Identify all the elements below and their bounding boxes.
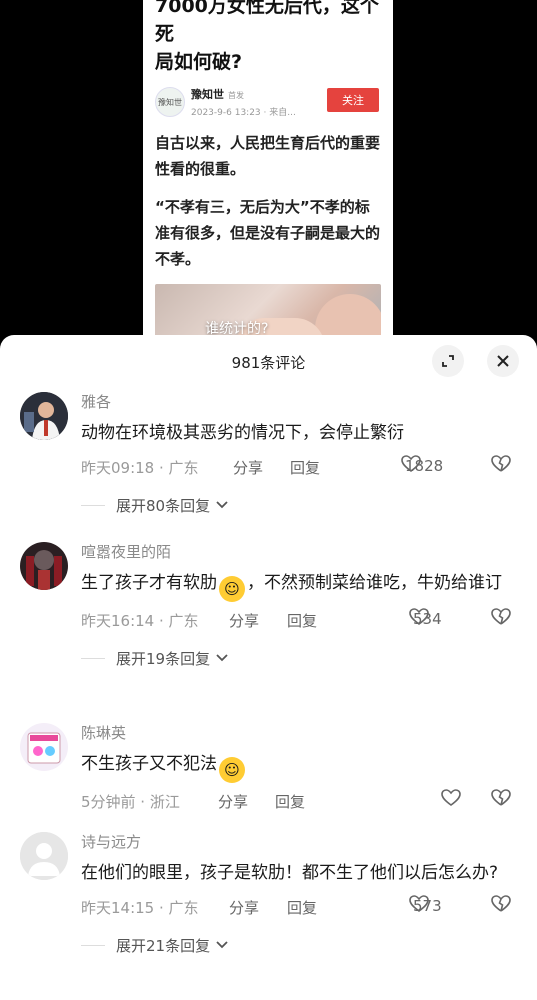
like-button[interactable]: 534 (409, 608, 442, 628)
comment-time-location: 昨天16:14 · 广东 (81, 612, 199, 630)
avatar[interactable] (20, 832, 68, 880)
close-button[interactable] (487, 345, 519, 377)
comment-meta: 昨天16:14 · 广东 分享 回复 534 (81, 608, 521, 632)
dislike-button[interactable] (491, 895, 511, 917)
share-button[interactable]: 分享 (233, 457, 263, 478)
divider (81, 505, 105, 506)
commenter-name[interactable]: 诗与远方 (81, 832, 521, 852)
expand-button[interactable] (432, 345, 464, 377)
broken-heart-icon (491, 455, 511, 472)
dislike-button[interactable] (491, 608, 511, 630)
reply-button[interactable]: 回复 (287, 897, 317, 918)
commenter-name[interactable]: 陈琳英 (81, 723, 521, 743)
author-name-row: 豫知世 首发 (191, 86, 296, 102)
expand-replies-label: 展开19条回复 (116, 648, 229, 669)
comment-meta: 5分钟前 · 浙江 分享 回复 (81, 789, 521, 813)
divider (81, 658, 105, 659)
comment-text[interactable]: 不生孩子又不犯法 ☺ (81, 749, 521, 783)
expand-replies-label: 展开21条回复 (116, 935, 229, 956)
video-preview[interactable]: 7000万女性无后代，这个死 局如何破? 豫知世 豫知世 首发 2023-9-6 … (0, 0, 537, 345)
grin-emoji-icon: ☺ (219, 576, 245, 602)
comment-body: 雅各 动物在环境极其恶劣的情况下，会停止繁衍 昨天09:18 · 广东 分享 回… (81, 392, 521, 517)
author-meta: 豫知世 首发 2023-9-6 13:23 · 来自... (191, 86, 296, 118)
expand-replies-label: 展开80条回复 (116, 495, 229, 516)
avatar[interactable] (20, 542, 68, 590)
broken-heart-icon (491, 608, 511, 625)
comment-time-location: 昨天14:15 · 广东 (81, 899, 199, 917)
commenter-name[interactable]: 雅各 (81, 392, 521, 412)
expand-replies-text: 展开80条回复 (116, 497, 211, 515)
article-screenshot: 7000万女性无后代，这个死 局如何破? 豫知世 豫知世 首发 2023-9-6 … (143, 0, 393, 345)
author-row: 豫知世 豫知世 首发 2023-9-6 13:23 · 来自... 关注 (155, 86, 381, 118)
expand-icon (442, 355, 454, 367)
avatar-flowers-icon (20, 542, 68, 590)
comment-text-part-2: ，不然预制菜给谁吃，牛奶给谁订 (247, 573, 502, 593)
avatar[interactable] (20, 723, 68, 771)
avatar[interactable] (20, 392, 68, 440)
comment-meta: 昨天09:18 · 广东 分享 回复 1828 (81, 455, 521, 479)
comments-sheet: 981条评论 雅各 动物在环境极其恶劣的情况下，会停止繁衍 昨天09:18 · … (0, 335, 537, 1000)
expand-replies-text: 展开21条回复 (116, 937, 211, 955)
author-name: 豫知世 (191, 88, 224, 101)
comment-text-part-1: 不生孩子又不犯法 (81, 754, 217, 774)
comment-text-part-1: 生了孩子才有软肋 (81, 573, 217, 593)
laughing-tears-emoji-icon: ☺ (219, 757, 245, 783)
share-button[interactable]: 分享 (218, 791, 248, 812)
follow-button[interactable]: 关注 (327, 88, 379, 112)
like-button[interactable]: 573 (409, 895, 442, 915)
chevron-down-icon (216, 654, 228, 662)
comment-text[interactable]: 生了孩子才有软肋 ☺ ，不然预制菜给谁吃，牛奶给谁订 (81, 568, 521, 602)
comment-text[interactable]: 在他们的眼里，孩子是软肋！都不生了他们以后怎么办? (81, 858, 521, 889)
author-badge: 首发 (228, 91, 244, 100)
author-avatar-text: 豫知世 (158, 97, 182, 107)
comments-header: 981条评论 (0, 335, 537, 389)
expand-replies-button[interactable]: 展开19条回复 (81, 646, 521, 670)
expand-replies-button[interactable]: 展开80条回复 (81, 493, 521, 517)
avatar-person-icon (20, 392, 68, 440)
broken-heart-icon (491, 789, 511, 806)
author-avatar: 豫知世 (155, 87, 185, 117)
article-title: 7000万女性无后代，这个死 局如何破? (155, 0, 381, 76)
chevron-down-icon (216, 501, 228, 509)
comment-time-location: 昨天09:18 · 广东 (81, 459, 199, 477)
reply-button[interactable]: 回复 (290, 457, 320, 478)
article-title-line-2: 局如何破? (155, 51, 243, 73)
divider (81, 945, 105, 946)
article-paragraph-1: 自古以来，人民把生育后代的重要性看的很重。 (155, 134, 381, 178)
share-button[interactable]: 分享 (229, 897, 259, 918)
chevron-down-icon (216, 941, 228, 949)
like-button[interactable] (441, 789, 461, 807)
comment-time-location: 5分钟前 · 浙江 (81, 793, 180, 811)
default-avatar-icon (20, 832, 68, 880)
close-icon (497, 355, 509, 367)
reply-button[interactable]: 回复 (287, 610, 317, 631)
like-count: 573 (413, 897, 442, 915)
dislike-button[interactable] (491, 789, 511, 811)
avatar-product-icon (20, 723, 68, 771)
dislike-button[interactable] (491, 455, 511, 477)
commenter-name[interactable]: 喧嚣夜里的陌 (81, 542, 521, 562)
broken-heart-icon (491, 895, 511, 912)
like-button[interactable]: 1828 (401, 455, 443, 475)
expand-replies-button[interactable]: 展开21条回复 (81, 933, 521, 957)
like-count: 1828 (405, 457, 444, 475)
expand-replies-text: 展开19条回复 (116, 650, 211, 668)
article-time: 2023-9-6 13:23 · 来自... (191, 108, 296, 118)
comment-body: 陈琳英 不生孩子又不犯法 ☺ 5分钟前 · 浙江 分享 回复 (81, 723, 521, 813)
article-title-line-1: 7000万女性无后代，这个死 (155, 0, 379, 45)
comment-body: 喧嚣夜里的陌 生了孩子才有软肋 ☺ ，不然预制菜给谁吃，牛奶给谁订 昨天16:14 … (81, 542, 521, 670)
comment-body: 诗与远方 在他们的眼里，孩子是软肋！都不生了他们以后怎么办? 昨天14:15 ·… (81, 832, 521, 957)
share-button[interactable]: 分享 (229, 610, 259, 631)
article-paragraph-2: “不孝有三，无后为大”不孝的标准有很多，但是没有子嗣是最大的不孝。 (155, 198, 381, 268)
reply-button[interactable]: 回复 (275, 791, 305, 812)
heart-icon (441, 789, 461, 806)
comment-meta: 昨天14:15 · 广东 分享 回复 573 (81, 895, 521, 919)
comment-text[interactable]: 动物在环境极其恶劣的情况下，会停止繁衍 (81, 418, 521, 449)
like-count: 534 (413, 610, 442, 628)
